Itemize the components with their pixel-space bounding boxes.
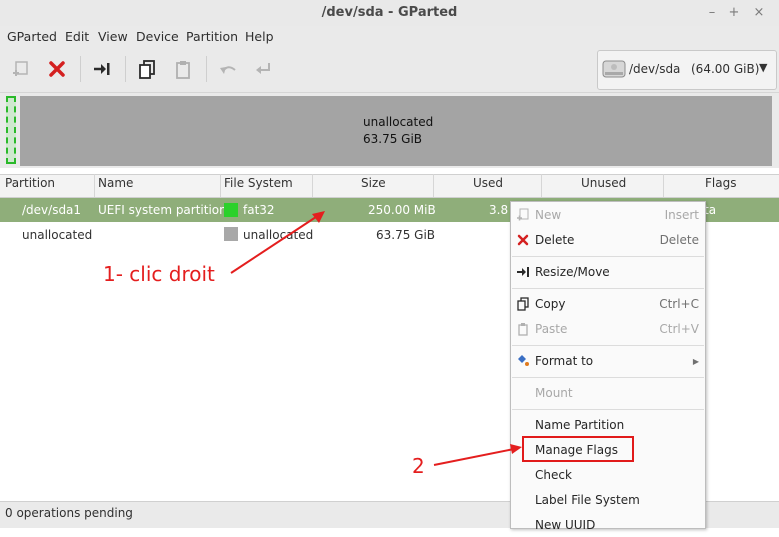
close-button[interactable]: × (750, 4, 768, 22)
menu-item-name-partition[interactable]: Name Partition (511, 415, 705, 437)
submenu-arrow-icon: ▶ (692, 357, 699, 366)
graph-unallocated-label: unallocated (363, 115, 434, 129)
column-divider (663, 174, 664, 197)
menu-edit[interactable]: Edit (65, 29, 89, 44)
menu-help[interactable]: Help (245, 29, 274, 44)
menu-item-mount[interactable]: Mount (511, 383, 705, 405)
column-divider (312, 174, 313, 197)
delete-icon[interactable] (46, 58, 68, 80)
annotation-step2: 2 (412, 454, 425, 478)
maximize-button[interactable]: + (725, 4, 743, 22)
column-name[interactable]: Name (98, 176, 133, 194)
menu-separator (512, 288, 704, 289)
device-size: (64.00 GiB) (691, 62, 760, 76)
row-used: 3.8 (489, 203, 509, 217)
device-name: /dev/sda (629, 62, 681, 76)
menu-separator (512, 256, 704, 257)
resize-move-icon[interactable] (91, 58, 113, 80)
copy-icon (516, 297, 530, 311)
paste-icon[interactable] (172, 58, 194, 80)
hard-disk-icon (602, 57, 626, 81)
row-partition: /dev/sda1 (22, 203, 82, 217)
column-size[interactable]: Size (361, 176, 386, 194)
column-divider (94, 174, 95, 197)
annotation-highlight-box (522, 436, 634, 462)
column-divider (220, 174, 221, 197)
column-divider (541, 174, 542, 197)
column-used[interactable]: Used (473, 176, 503, 194)
menu-item-new-uuid[interactable]: New UUID (511, 515, 705, 537)
row-partition: unallocated (22, 228, 93, 242)
menu-item-new[interactable]: New Insert (511, 205, 705, 227)
annotation-arrow-icon (230, 211, 325, 274)
column-unused[interactable]: Unused (581, 176, 626, 194)
row-size: 63.75 GiB (376, 228, 436, 242)
menu-item-paste[interactable]: Paste Ctrl+V (511, 319, 705, 341)
status-text: 0 operations pending (5, 506, 133, 520)
resize-move-icon (516, 265, 530, 279)
column-partition[interactable]: Partition (5, 176, 55, 194)
menu-separator (512, 377, 704, 378)
column-file-system[interactable]: File System (224, 176, 293, 194)
menu-view[interactable]: View (98, 29, 128, 44)
paste-icon (516, 322, 530, 336)
new-partition-icon (516, 208, 530, 222)
context-menu: New Insert Delete Delete Resize/Move Cop… (510, 201, 706, 532)
window-title: /dev/sda - GParted (321, 5, 458, 20)
menu-item-delete[interactable]: Delete Delete (511, 230, 705, 252)
graph-partition-sda1[interactable] (6, 96, 16, 164)
format-icon (516, 354, 530, 368)
row-size: 250.00 MiB (368, 203, 436, 217)
delete-icon (516, 233, 530, 247)
graph-unallocated[interactable]: unallocated 63.75 GiB (20, 96, 772, 166)
menu-separator (512, 345, 704, 346)
copy-icon[interactable] (136, 58, 158, 80)
dropdown-arrow-icon: ▼ (759, 61, 768, 74)
annotation-arrow-icon (433, 444, 522, 466)
menu-device[interactable]: Device (136, 29, 179, 44)
graph-unallocated-size: 63.75 GiB (363, 132, 423, 146)
minimize-button[interactable]: – (703, 4, 721, 22)
toolbar-separator (206, 56, 207, 82)
menu-item-copy[interactable]: Copy Ctrl+C (511, 294, 705, 316)
undo-icon[interactable] (217, 58, 239, 80)
column-divider (433, 174, 434, 197)
menu-item-format-to[interactable]: Format to ▶ (511, 351, 705, 373)
toolbar-separator (125, 56, 126, 82)
menu-item-check[interactable]: Check (511, 465, 705, 487)
new-partition-icon[interactable] (10, 58, 32, 80)
row-name: UEFI system partition (98, 203, 227, 217)
column-flags[interactable]: Flags (705, 176, 736, 194)
annotation-step1: 1- clic droit (103, 262, 215, 286)
menu-item-resize-move[interactable]: Resize/Move (511, 262, 705, 284)
apply-icon[interactable] (252, 58, 274, 80)
menu-item-label-file-system[interactable]: Label File System (511, 490, 705, 512)
menu-partition[interactable]: Partition (186, 29, 238, 44)
device-selector[interactable]: /dev/sda (64.00 GiB) ▼ (597, 50, 777, 90)
menu-gparted[interactable]: GParted (7, 29, 57, 44)
menu-separator (512, 409, 704, 410)
toolbar-separator (80, 56, 81, 82)
